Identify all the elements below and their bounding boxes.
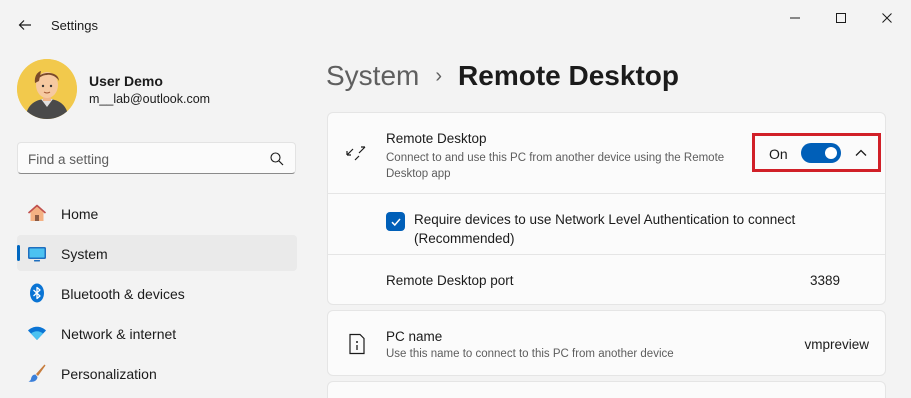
user-avatar-icon [17,59,77,119]
checkmark-icon [390,218,401,226]
wifi-icon [28,326,46,340]
toggle-knob [825,147,837,159]
maximize-button[interactable] [818,4,864,32]
nla-checkbox[interactable] [386,212,405,231]
remote-desktop-toggle[interactable] [801,143,841,163]
sidebar-item-label: Home [61,206,99,222]
sidebar-item-label: Personalization [61,366,157,382]
port-label: Remote Desktop port [386,273,514,288]
sidebar-item-label: Network & internet [61,326,177,342]
brush-icon [28,364,46,382]
back-arrow-icon [18,20,31,30]
pc-name-card[interactable]: PC name Use this name to connect to this… [327,310,886,376]
nla-label[interactable]: Require devices to use Network Level Aut… [414,210,834,248]
system-icon [28,247,46,262]
sidebar-item-system[interactable]: System [17,235,297,271]
pc-name-description: Use this name to connect to this PC from… [386,348,674,360]
close-icon [882,13,892,23]
home-icon [27,204,47,221]
breadcrumb: System › Remote Desktop [326,60,679,92]
user-email: m__lab@outlook.com [89,92,211,106]
next-card[interactable] [327,381,886,398]
port-value: 3389 [810,273,841,288]
minimize-button[interactable] [772,4,818,32]
sidebar-item-label: System [61,246,108,262]
title-bar: Settings [0,0,911,48]
bluetooth-icon [30,283,44,303]
chevron-up-icon[interactable] [853,145,869,161]
sidebar-item-personalization[interactable]: Personalization [17,355,297,391]
sidebar-item-label: Bluetooth & devices [61,286,185,302]
user-name: User Demo [89,73,163,89]
remote-desktop-description: Connect to and use this PC from another … [386,152,725,180]
sidebar-item-bluetooth[interactable]: Bluetooth & devices [17,275,297,311]
remote-desktop-icon [346,146,366,161]
close-button[interactable] [864,4,910,32]
avatar[interactable] [17,59,77,119]
app-title: Settings [51,18,98,33]
pc-info-icon [349,333,365,355]
pc-name-value: vmpreview [804,337,869,352]
search-input[interactable] [28,149,258,169]
back-button[interactable] [10,10,40,40]
minimize-icon [790,17,800,19]
toggle-state-label: On [769,146,788,162]
search-icon[interactable] [269,151,285,167]
breadcrumb-parent[interactable]: System [326,60,419,92]
maximize-icon [836,13,846,23]
remote-desktop-title: Remote Desktop [386,131,487,146]
sidebar-item-network[interactable]: Network & internet [17,315,297,351]
divider [328,193,885,194]
sidebar-nav: Home System Bluetooth & devices Network … [17,195,297,395]
search-box[interactable] [17,142,296,174]
pc-name-title: PC name [386,329,443,344]
breadcrumb-separator: › [435,64,443,87]
sidebar-item-home[interactable]: Home [17,195,297,231]
divider [328,254,885,255]
page-title: Remote Desktop [458,60,679,91]
